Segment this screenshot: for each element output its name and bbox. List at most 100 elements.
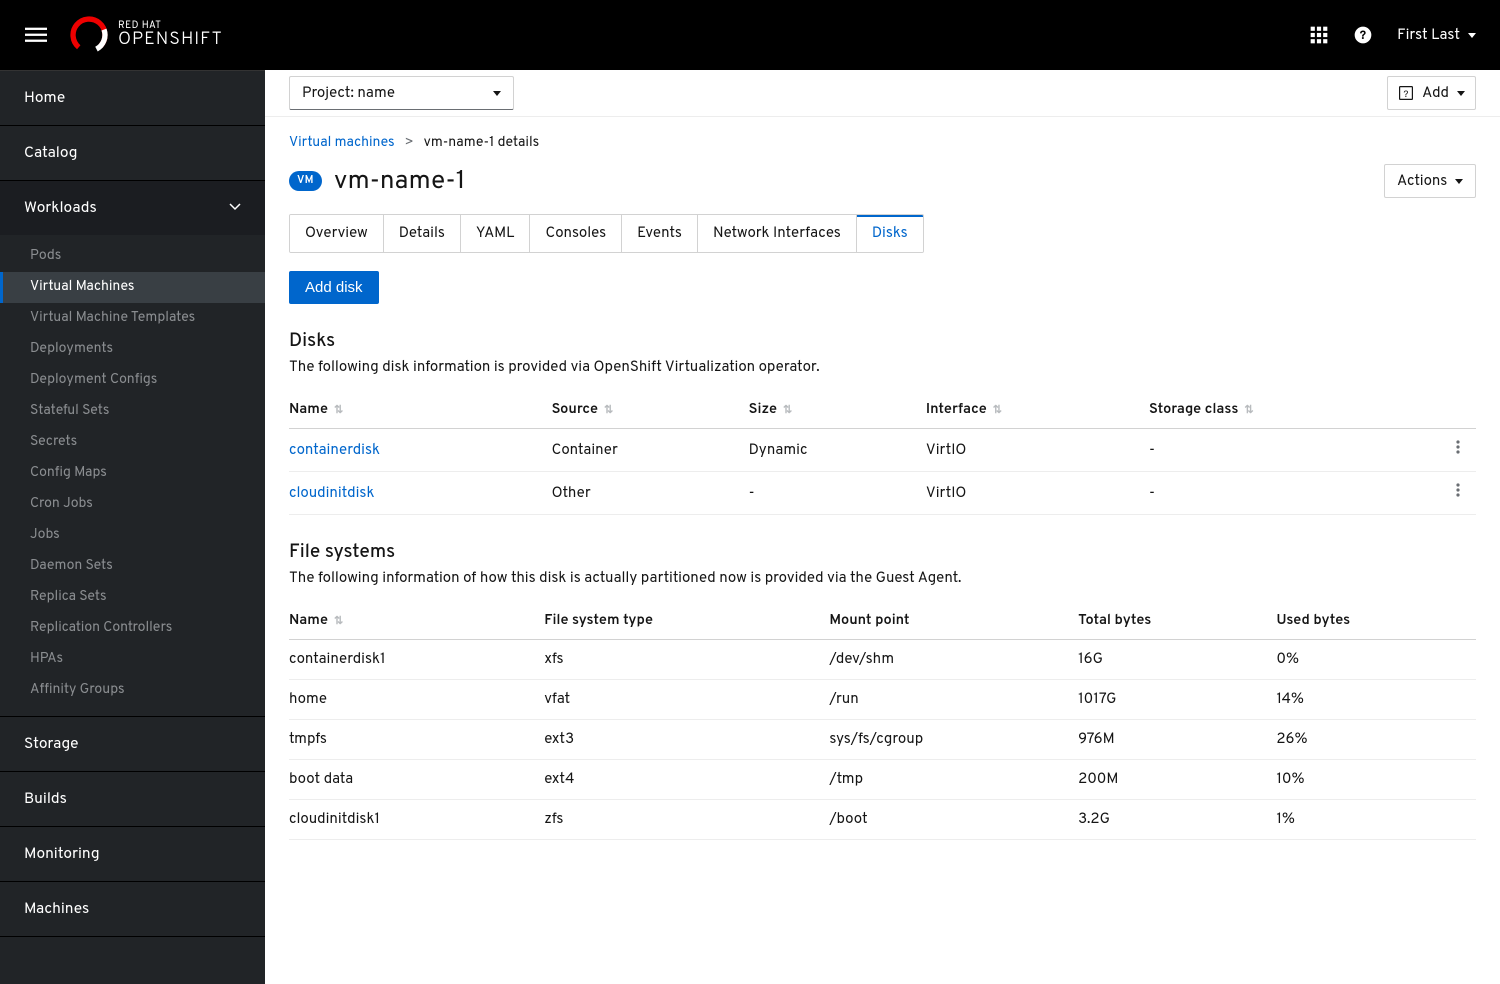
add-menu[interactable]: ? Add (1387, 76, 1476, 110)
cell: Dynamic (749, 429, 926, 472)
user-name: First Last (1397, 26, 1460, 45)
disks-col-storage-class[interactable]: Storage class⇅ (1149, 391, 1448, 429)
fs-col-total-bytes[interactable]: Total bytes (1078, 602, 1276, 640)
nav-item-daemon-sets[interactable]: Daemon Sets (0, 551, 265, 582)
nav-section-label: Builds (24, 789, 67, 809)
cell: 14% (1276, 680, 1476, 720)
tab-details[interactable]: Details (384, 215, 461, 252)
project-toolbar: Project: name ? Add (265, 70, 1500, 117)
nav-item-stateful-sets[interactable]: Stateful Sets (0, 396, 265, 427)
cell: 0% (1276, 640, 1476, 680)
disk-link[interactable]: cloudinitdisk (289, 484, 374, 503)
cell: 10% (1276, 760, 1476, 800)
fs-col-used-bytes[interactable]: Used bytes (1276, 602, 1476, 640)
breadcrumb-parent-link[interactable]: Virtual machines (289, 135, 395, 152)
disk-link[interactable]: containerdisk (289, 441, 380, 460)
nav-item-config-maps[interactable]: Config Maps (0, 458, 265, 489)
tab-events[interactable]: Events (622, 215, 698, 252)
tab-network-interfaces[interactable]: Network Interfaces (698, 215, 857, 252)
cell: cloudinitdisk1 (289, 800, 544, 840)
table-row: cloudinitdiskOther-VirtIO- (289, 472, 1476, 515)
nav-section-label: Machines (24, 899, 89, 919)
disks-col-source[interactable]: Source⇅ (552, 391, 749, 429)
nav-section-home[interactable]: Home (0, 71, 265, 125)
question-square-icon: ? (1398, 85, 1414, 101)
actions-label: Actions (1397, 172, 1447, 191)
nav-item-deployment-configs[interactable]: Deployment Configs (0, 365, 265, 396)
fs-col-name[interactable]: Name⇅ (289, 602, 544, 640)
nav-section-workloads[interactable]: Workloads (0, 181, 265, 235)
fs-heading: File systems (289, 541, 1476, 565)
nav-section-label: Home (24, 88, 65, 108)
brand-bottom-text: OPENSHIFT (118, 31, 223, 49)
chevron-down-icon (229, 198, 241, 218)
project-selector[interactable]: Project: name (289, 76, 514, 110)
nav-item-replica-sets[interactable]: Replica Sets (0, 582, 265, 613)
apps-grid-icon[interactable] (1309, 25, 1329, 45)
nav-item-pods[interactable]: Pods (0, 241, 265, 272)
cell: zfs (544, 800, 829, 840)
svg-text:?: ? (1404, 89, 1409, 101)
fs-col-file-system-type[interactable]: File system type (544, 602, 829, 640)
nav-item-replication-controllers[interactable]: Replication Controllers (0, 613, 265, 644)
add-disk-button[interactable]: Add disk (289, 271, 379, 304)
sort-icon: ⇅ (334, 614, 343, 629)
breadcrumb-sep: > (405, 135, 414, 152)
disks-col-interface[interactable]: Interface⇅ (926, 391, 1149, 429)
nav-item-jobs[interactable]: Jobs (0, 520, 265, 551)
nav-section-storage[interactable]: Storage (0, 717, 265, 771)
nav-item-secrets[interactable]: Secrets (0, 427, 265, 458)
breadcrumb-current: vm-name-1 details (424, 135, 540, 152)
user-menu[interactable]: First Last (1397, 26, 1476, 45)
tab-disks[interactable]: Disks (857, 215, 923, 252)
cell: 1017G (1078, 680, 1276, 720)
row-kebab[interactable] (1448, 429, 1476, 472)
fs-table: Name⇅File system typeMount pointTotal by… (289, 602, 1476, 840)
help-icon[interactable]: ? (1353, 25, 1373, 45)
caret-down-icon (493, 91, 501, 96)
row-kebab[interactable] (1448, 472, 1476, 515)
nav-section-label: Storage (24, 734, 79, 754)
menu-toggle[interactable] (14, 13, 58, 57)
nav-section-label: Monitoring (24, 844, 100, 864)
cell: /boot (829, 800, 1078, 840)
cell: tmpfs (289, 720, 544, 760)
fs-col-mount-point[interactable]: Mount point (829, 602, 1078, 640)
nav-section-label: Catalog (24, 143, 78, 163)
actions-dropdown[interactable]: Actions (1384, 164, 1476, 198)
cell: 26% (1276, 720, 1476, 760)
content: Project: name ? Add Virtual machines > v… (265, 70, 1500, 984)
nav-item-deployments[interactable]: Deployments (0, 334, 265, 365)
cell: Container (552, 429, 749, 472)
cell: home (289, 680, 544, 720)
nav-section-monitoring[interactable]: Monitoring (0, 827, 265, 881)
table-row: cloudinitdisk1zfs/boot3.2G1% (289, 800, 1476, 840)
disks-table: Name⇅Source⇅Size⇅Interface⇅Storage class… (289, 391, 1476, 515)
nav-section-catalog[interactable]: Catalog (0, 126, 265, 180)
cell: 16G (1078, 640, 1276, 680)
tab-overview[interactable]: Overview (290, 215, 384, 252)
masthead: RED HAT OPENSHIFT ? First Last (0, 0, 1500, 70)
table-row: containerdiskContainerDynamicVirtIO- (289, 429, 1476, 472)
cell: /dev/shm (829, 640, 1078, 680)
sort-icon: ⇅ (783, 403, 792, 418)
sidebar: Home Catalog Workloads PodsVirtual Machines… (0, 70, 265, 984)
nav-item-virtual-machines[interactable]: Virtual Machines (0, 272, 265, 303)
nav-item-virtual-machine-templates[interactable]: Virtual Machine Templates (0, 303, 265, 334)
sort-icon: ⇅ (1244, 403, 1253, 418)
disks-col-name[interactable]: Name⇅ (289, 391, 552, 429)
cell: - (1149, 429, 1448, 472)
tab-yaml[interactable]: YAML (461, 215, 531, 252)
nav-section-builds[interactable]: Builds (0, 772, 265, 826)
cell: 3.2G (1078, 800, 1276, 840)
disks-col-size[interactable]: Size⇅ (749, 391, 926, 429)
brand: RED HAT OPENSHIFT (70, 16, 223, 54)
nav-section-machines[interactable]: Machines (0, 882, 265, 936)
nav-item-cron-jobs[interactable]: Cron Jobs (0, 489, 265, 520)
kebab-icon (1450, 482, 1466, 498)
caret-down-icon (1457, 91, 1465, 96)
nav-item-affinity-groups[interactable]: Affinity Groups (0, 675, 265, 706)
project-selector-label: Project: name (302, 84, 395, 103)
nav-item-hpas[interactable]: HPAs (0, 644, 265, 675)
tab-consoles[interactable]: Consoles (530, 215, 622, 252)
